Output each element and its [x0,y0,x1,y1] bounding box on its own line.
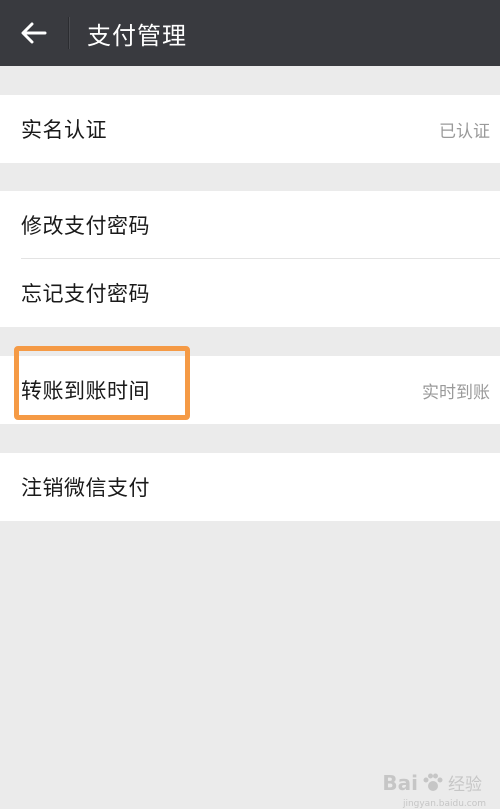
watermark-url: jingyan.baidu.com [402,799,486,809]
row-label: 修改支付密码 [21,214,150,238]
arrow-left-icon [21,22,47,44]
header-divider [68,17,69,49]
group-transfer: 转账到账时间 实时到账 [0,356,500,424]
row-value: 已认证 [439,121,490,142]
watermark-suffix: 经验 [448,775,482,795]
row-forgot-password[interactable]: 忘记支付密码 [0,259,500,327]
watermark: Bai 经验 [382,770,482,796]
payment-management-screen: 支付管理 实名认证 已认证 修改支付密码 忘记支付密码 转账到账时间 实时到账 … [0,0,500,809]
paw-icon [423,773,443,791]
row-label: 转账到账时间 [21,379,150,403]
row-label: 注销微信支付 [21,476,150,500]
row-deactivate-wechat-pay[interactable]: 注销微信支付 [0,453,500,521]
row-change-password[interactable]: 修改支付密码 [0,191,500,259]
row-label: 忘记支付密码 [21,282,150,306]
group-deactivate: 注销微信支付 [0,453,500,521]
row-transfer-arrival-time[interactable]: 转账到账时间 实时到账 [0,356,500,424]
row-real-name-auth[interactable]: 实名认证 已认证 [0,95,500,163]
page-title: 支付管理 [87,21,187,50]
group-verification: 实名认证 已认证 [0,95,500,163]
watermark-brand: Bai [382,770,418,795]
back-button[interactable] [0,0,68,66]
group-password: 修改支付密码 忘记支付密码 [0,191,500,327]
row-label: 实名认证 [21,118,107,142]
top-bar: 支付管理 [0,0,500,66]
row-value: 实时到账 [422,382,490,403]
